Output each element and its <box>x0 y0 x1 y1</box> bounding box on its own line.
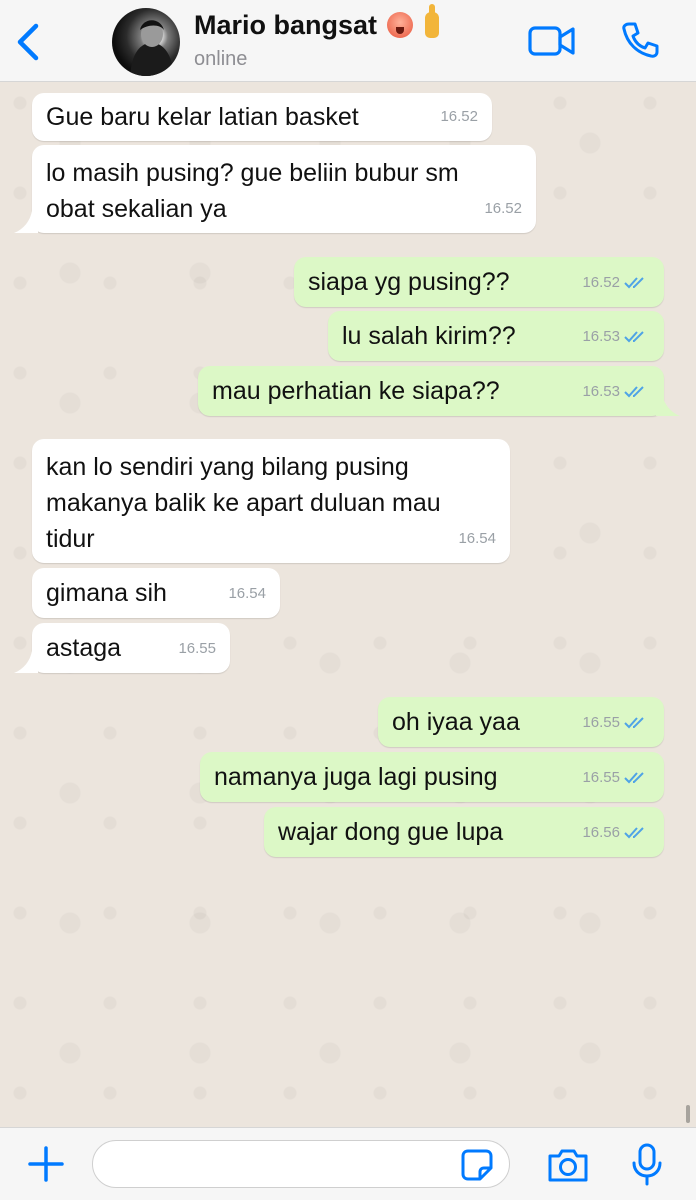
read-receipt-icon <box>624 772 644 784</box>
message-bubble-outgoing[interactable]: oh iyaa yaa 16.55 <box>378 697 664 747</box>
message-bubble-incoming[interactable]: astaga 16.55 <box>32 623 230 673</box>
message-meta: 16.52 <box>484 191 522 227</box>
voice-call-button[interactable] <box>620 20 660 60</box>
read-receipt-icon <box>624 827 644 839</box>
contact-status: online <box>194 48 248 70</box>
bubble-tail <box>14 651 38 673</box>
read-receipt-icon <box>624 386 644 398</box>
contact-name-text: Mario bangsat <box>194 10 378 40</box>
message-text: kan lo sendiri yang bilang pusing makany… <box>46 453 441 553</box>
contact-name[interactable]: Mario bangsat <box>194 4 440 41</box>
message-meta: 16.54 <box>228 576 266 612</box>
message-text: Gue baru kelar latian basket <box>46 103 359 131</box>
voice-message-button[interactable] <box>630 1142 664 1188</box>
message-meta: 16.52 <box>582 265 650 301</box>
read-receipt-icon <box>624 277 644 289</box>
chat-header: Mario bangsat online <box>0 0 696 82</box>
message-time: 16.53 <box>582 383 620 400</box>
hot-face-icon <box>387 12 414 38</box>
message-time: 16.53 <box>582 328 620 345</box>
message-bubble-incoming[interactable]: lo masih pusing? gue beliin bubur sm oba… <box>32 145 536 233</box>
message-time: 16.54 <box>458 530 496 547</box>
message-meta: 16.54 <box>458 521 496 557</box>
attach-button[interactable] <box>26 1144 66 1184</box>
microphone-icon <box>632 1143 662 1186</box>
chat-area[interactable]: Gue baru kelar latian basket 16.52 lo ma… <box>0 83 696 1127</box>
message-time: 16.54 <box>228 585 266 602</box>
message-input[interactable] <box>92 1140 510 1188</box>
message-meta: 16.55 <box>582 760 650 796</box>
middle-finger-icon <box>425 4 440 38</box>
video-camera-icon <box>528 26 575 56</box>
phone-icon <box>622 22 659 58</box>
message-time: 16.52 <box>582 274 620 291</box>
message-meta: 16.52 <box>440 99 478 135</box>
message-meta: 16.53 <box>582 319 650 355</box>
chevron-left-icon <box>17 23 39 61</box>
message-time: 16.55 <box>582 769 620 786</box>
message-text: lo masih pusing? gue beliin bubur sm oba… <box>46 159 459 223</box>
message-time: 16.56 <box>582 824 620 841</box>
message-meta: 16.55 <box>582 705 650 741</box>
message-time: 16.55 <box>582 714 620 731</box>
back-button[interactable] <box>10 22 46 62</box>
message-meta: 16.53 <box>582 374 650 410</box>
message-bubble-incoming[interactable]: gimana sih 16.54 <box>32 568 280 618</box>
message-time: 16.52 <box>440 108 478 125</box>
plus-icon <box>28 1146 64 1182</box>
camera-button[interactable] <box>546 1146 590 1184</box>
message-bubble-outgoing[interactable]: lu salah kirim?? 16.53 <box>328 311 664 361</box>
message-bubble-outgoing[interactable]: namanya juga lagi pusing 16.55 <box>200 752 664 802</box>
video-call-button[interactable] <box>528 24 576 58</box>
message-bubble-outgoing[interactable]: wajar dong gue lupa 16.56 <box>264 807 664 857</box>
sticker-button[interactable] <box>460 1148 494 1182</box>
read-receipt-icon <box>624 717 644 729</box>
message-meta: 16.55 <box>178 631 216 667</box>
bubble-tail <box>14 211 38 233</box>
profile-photo <box>130 20 174 76</box>
message-time: 16.52 <box>484 200 522 217</box>
message-bubble-incoming[interactable]: kan lo sendiri yang bilang pusing makany… <box>32 439 510 563</box>
camera-icon <box>548 1149 588 1182</box>
bubble-tail <box>656 394 680 416</box>
avatar[interactable] <box>112 8 180 76</box>
message-composer <box>0 1127 696 1200</box>
read-receipt-icon <box>624 331 644 343</box>
message-bubble-outgoing[interactable]: mau perhatian ke siapa?? 16.53 <box>198 366 664 416</box>
message-meta: 16.56 <box>582 815 650 851</box>
message-bubble-outgoing[interactable]: siapa yg pusing?? 16.52 <box>294 257 664 307</box>
message-time: 16.55 <box>178 640 216 657</box>
scrollbar[interactable] <box>686 1105 690 1123</box>
sticker-icon <box>461 1149 493 1181</box>
message-bubble-incoming[interactable]: Gue baru kelar latian basket 16.52 <box>32 93 492 141</box>
